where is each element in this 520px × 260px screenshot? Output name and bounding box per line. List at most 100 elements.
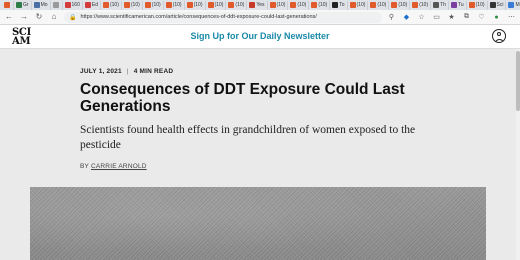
tab-favicon-icon (16, 2, 22, 8)
tab-label: 160 (71, 2, 80, 8)
browser-tab[interactable]: (10) (348, 0, 369, 10)
browser-essentials-icon[interactable]: ♡ (477, 13, 486, 21)
browser-tab[interactable]: Gr (14, 0, 32, 10)
lock-icon[interactable]: 🔒 (69, 14, 76, 21)
browser-tab[interactable]: (10) (143, 0, 164, 10)
home-icon[interactable]: ⌂ (49, 12, 59, 22)
tab-favicon-icon (165, 2, 172, 8)
tab-label: (10) (398, 2, 408, 8)
favorites-icon[interactable]: ★ (447, 13, 456, 21)
tab-label: Tu (457, 2, 464, 8)
browser-tab[interactable]: (10) (288, 0, 310, 10)
tab-favicon-icon (433, 2, 440, 8)
copilot-icon[interactable]: ● (492, 14, 501, 21)
tab-label: (10) (318, 2, 328, 8)
tab-favicon-icon (186, 2, 193, 8)
tab-label: (10) (151, 2, 161, 8)
browser-tab[interactable]: (10) (268, 0, 289, 10)
account-icon[interactable] (492, 29, 506, 43)
split-screen-icon[interactable]: ▭ (432, 13, 441, 21)
reload-icon[interactable]: ↻ (34, 12, 44, 22)
tab-favicon-icon (123, 2, 130, 8)
scrollbar-thumb[interactable] (516, 51, 520, 111)
tab-favicon-icon (228, 2, 235, 8)
byline: BY CARRIE ARNOLD (80, 163, 440, 170)
tab-favicon-icon (450, 2, 457, 8)
tab-label: (10) (475, 2, 485, 8)
browser-tab[interactable]: (10) (206, 0, 227, 10)
browser-tab[interactable]: Ma (506, 1, 520, 10)
tab-favicon-icon (311, 2, 318, 8)
tab-label: (10) (235, 2, 245, 8)
url-text[interactable]: https://www.scientificamerican.com/artic… (80, 14, 316, 20)
tab-favicon-icon (249, 2, 256, 8)
browser-tab[interactable] (51, 0, 63, 10)
tab-favicon-icon (370, 2, 377, 8)
article-dek: Scientists found health effects in grand… (80, 124, 416, 151)
favorite-star-icon[interactable]: ☆ (417, 13, 426, 21)
hero-image (30, 187, 486, 260)
browser-tab[interactable]: Tu (449, 0, 467, 10)
tab-favicon-icon (52, 2, 59, 8)
browser-tab[interactable]: Mo (32, 0, 51, 10)
forward-arrow-icon[interactable]: → (19, 12, 29, 22)
tab-label: Yes (256, 2, 265, 8)
browser-tab[interactable]: (10) (164, 0, 185, 10)
more-menu-icon[interactable]: ⋯ (507, 13, 516, 21)
tab-label: Th (440, 2, 446, 8)
browser-tab[interactable]: Th (431, 0, 449, 10)
tab-favicon-icon (391, 2, 398, 8)
collections-icon[interactable]: ⧉ (462, 13, 471, 21)
browser-tab[interactable]: 160 (63, 0, 83, 10)
tab-label: Ed (91, 2, 98, 8)
tab-favicon-icon (412, 2, 419, 8)
browser-tab[interactable]: (10) (122, 0, 143, 10)
tab-favicon-icon (508, 2, 515, 8)
browser-tab[interactable]: (10) (309, 0, 331, 10)
extension-icon[interactable]: ◆ (402, 13, 411, 21)
tab-label: To (339, 2, 345, 8)
tab-label: Ma (515, 2, 520, 8)
tab-favicon-icon (290, 2, 297, 8)
toolbar-actions: ⚲ ◆ ☆ ▭ ★ ⧉ ♡ ● ⋯ (387, 13, 516, 21)
browser-tab[interactable]: To (330, 0, 348, 10)
account-icon-body (494, 38, 504, 42)
tab-favicon-icon (33, 2, 40, 8)
browser-tab[interactable]: (10) (410, 0, 432, 10)
browser-tab[interactable]: (10) (389, 0, 411, 10)
publish-date: JULY 1, 2021 (80, 68, 122, 75)
tab-favicon-icon (64, 2, 71, 8)
author-link[interactable]: CARRIE ARNOLD (91, 163, 147, 170)
tab-favicon-icon (468, 2, 475, 8)
article-headline: Consequences of DDT Exposure Could Last … (80, 81, 405, 115)
browser-tab[interactable]: Sci (488, 0, 507, 10)
address-bar[interactable]: 🔒 https://www.scientificamerican.com/art… (64, 11, 382, 23)
tab-label: (10) (193, 2, 203, 8)
tab-label: (10) (130, 2, 140, 8)
tab-favicon-icon (332, 2, 339, 8)
browser-tab[interactable]: (10) (226, 0, 248, 10)
newsletter-signup-link[interactable]: Sign Up for Our Daily Newsletter (0, 31, 520, 41)
tab-label: (10) (214, 2, 224, 8)
browser-tab[interactable]: (10) (467, 0, 488, 10)
tab-label: (10) (297, 2, 307, 8)
back-arrow-icon[interactable]: ← (4, 12, 14, 22)
browser-tab[interactable]: (10) (185, 0, 206, 10)
tab-label: (10) (356, 2, 366, 8)
browser-tab[interactable] (2, 0, 14, 10)
browser-tab[interactable]: Ed (83, 0, 101, 10)
article-meta: JULY 1, 2021 | 4 MIN READ (80, 68, 440, 75)
tab-label: Gr (23, 2, 29, 8)
browser-tab[interactable]: (10) (368, 0, 390, 10)
article-header: JULY 1, 2021 | 4 MIN READ Consequences of … (80, 68, 440, 170)
tab-favicon-icon (102, 2, 109, 8)
account-icon-head (497, 32, 501, 37)
tab-label: (10) (419, 2, 429, 8)
tab-favicon-icon (4, 2, 10, 8)
browser-tab[interactable]: (10) (101, 0, 122, 10)
zoom-icon[interactable]: ⚲ (387, 13, 396, 21)
tab-favicon-icon (269, 2, 276, 8)
browser-tab[interactable]: Yes (247, 0, 268, 10)
tab-favicon-icon (349, 2, 356, 8)
byline-prefix: BY (80, 163, 89, 170)
